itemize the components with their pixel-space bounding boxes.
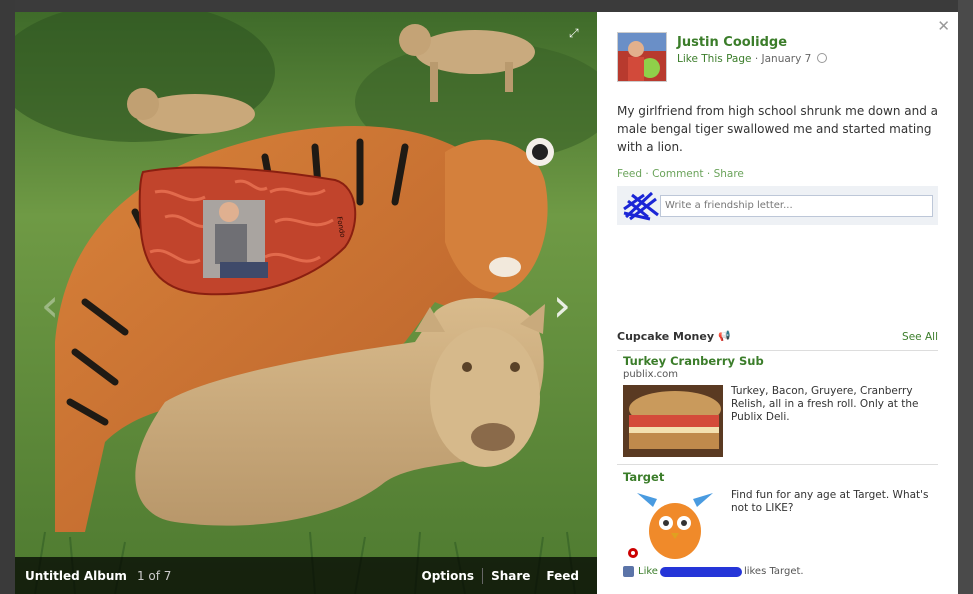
avatar-image xyxy=(618,33,666,81)
feed-button[interactable]: Feed xyxy=(538,569,587,583)
prev-arrow-icon[interactable]: ‹ xyxy=(35,282,65,332)
furby-image[interactable] xyxy=(623,489,723,561)
meta-dot: · xyxy=(754,53,762,65)
thumb-icon xyxy=(623,566,634,577)
next-arrow-icon[interactable]: › xyxy=(547,282,577,332)
like-page-link[interactable]: Like This Page xyxy=(677,53,751,65)
photo-stage[interactable]: Fondo ‹ › ⤢ Untitled Album 1 of 7 Option… xyxy=(15,12,597,594)
ad-text: Turkey, Bacon, Gruyere, Cranberry Relish… xyxy=(731,385,919,423)
ad-url: publix.com xyxy=(623,369,679,380)
ad-turkey-cranberry[interactable]: Turkey Cranberry Sub publix.com Turkey, … xyxy=(623,354,938,457)
post-author: Justin Coolidge Like This Page · January… xyxy=(617,32,938,82)
sandwich-image[interactable] xyxy=(623,385,723,457)
options-button[interactable]: Options xyxy=(414,569,483,583)
ads-header: Cupcake Money 📢 See All xyxy=(617,330,938,351)
ad-divider xyxy=(617,464,938,465)
share-button[interactable]: Share xyxy=(483,569,538,583)
post-date[interactable]: January 7 xyxy=(762,53,812,65)
comment-box xyxy=(617,186,938,225)
redaction-scribble xyxy=(659,566,742,577)
actions-dot: · xyxy=(706,168,714,180)
feed-link[interactable]: Feed xyxy=(617,168,642,180)
ad-title[interactable]: Turkey Cranberry Sub xyxy=(623,354,938,368)
ad-like-link[interactable]: Like xyxy=(638,566,658,577)
expand-icon[interactable]: ⤢ xyxy=(569,26,583,40)
photo-count: 1 of 7 xyxy=(136,568,172,583)
photo-actions: Options Share Feed xyxy=(414,567,588,584)
ads-title: Cupcake Money xyxy=(617,330,714,343)
backdrop-left-strip xyxy=(0,0,15,594)
ad-text: Find fun for any age at Target. What's n… xyxy=(731,489,929,514)
see-all-link[interactable]: See All xyxy=(902,331,938,343)
backdrop-top-strip xyxy=(0,0,973,12)
comment-input[interactable] xyxy=(660,194,933,217)
author-name-link[interactable]: Justin Coolidge xyxy=(677,35,827,50)
share-link[interactable]: Share xyxy=(714,168,744,180)
post-actions: Feed · Comment · Share xyxy=(617,168,938,180)
globe-icon xyxy=(816,53,827,63)
info-panel: ✕ Justin Coolidge Like This Page · Janua… xyxy=(597,12,958,594)
megaphone-icon: 📢 xyxy=(718,331,731,342)
photo-image: Fondo xyxy=(15,12,597,594)
author-meta: Like This Page · January 7 xyxy=(677,53,827,65)
ad-like-line: Like likes Target. xyxy=(623,566,804,577)
ad-like-suffix: likes Target. xyxy=(743,566,804,577)
backdrop-right-strip xyxy=(958,0,973,594)
album-title-link[interactable]: Untitled Album xyxy=(25,569,127,583)
ad-title[interactable]: Target xyxy=(623,470,938,484)
comment-link[interactable]: Comment xyxy=(652,168,703,180)
avatar[interactable] xyxy=(617,32,667,82)
comment-avatar-scribble xyxy=(623,191,659,220)
photo-bottom-bar: Untitled Album 1 of 7 Options Share Feed xyxy=(15,557,597,594)
ad-target[interactable]: Target Find fun for any age at Target. W… xyxy=(623,470,938,561)
post-text: My girlfriend from high school shrunk me… xyxy=(617,104,938,154)
close-icon[interactable]: ✕ xyxy=(937,17,950,35)
